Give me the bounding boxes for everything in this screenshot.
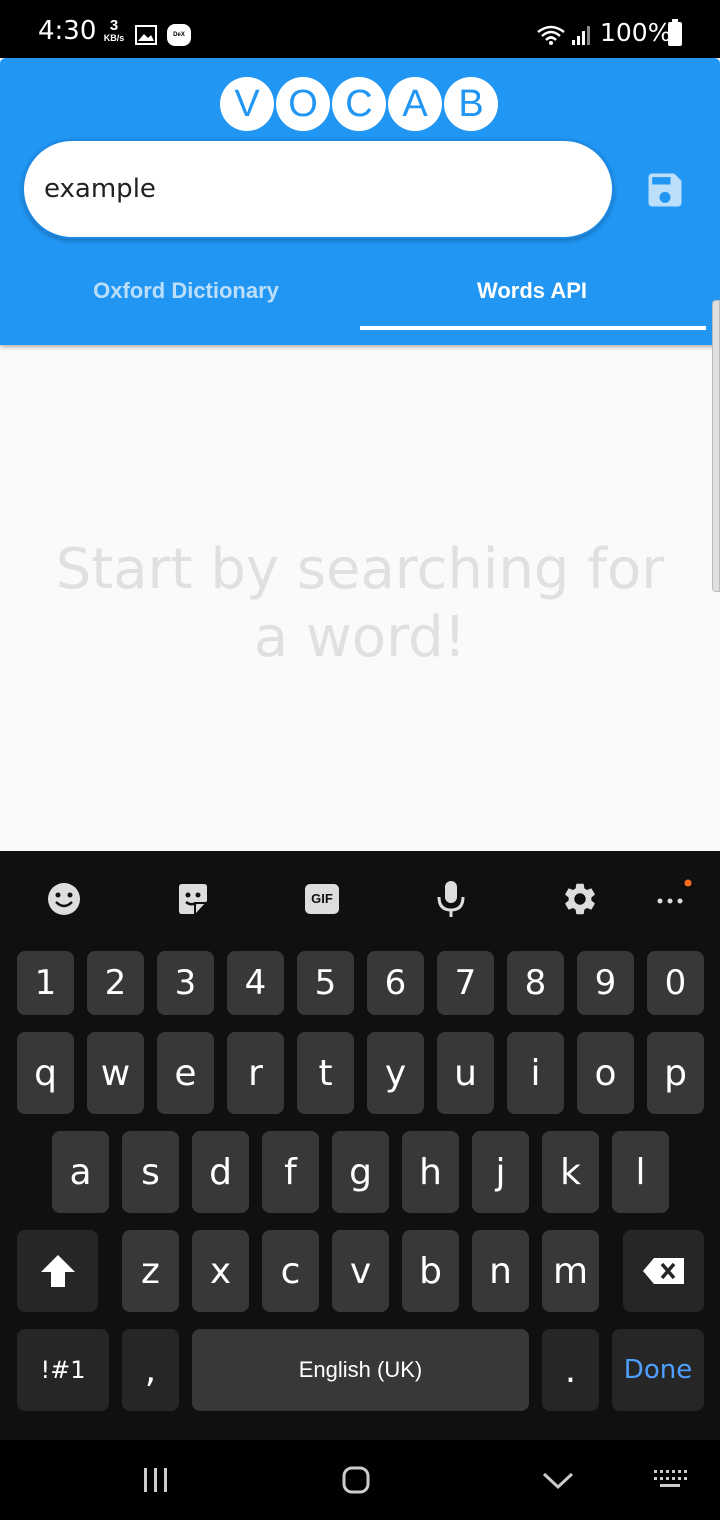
sticker-icon[interactable]	[173, 879, 213, 919]
app-screen: V O C A B Oxford Dictionary Words API St…	[0, 58, 720, 851]
net-speed: 3 KB/s	[100, 17, 128, 44]
recent-apps-icon[interactable]	[136, 1460, 176, 1500]
net-speed-unit: KB/s	[103, 33, 125, 43]
logo-letter: O	[276, 77, 330, 131]
keyboard: GIF 1 2 3 4 5 6 7 8 9 0 q w e r t y u i …	[0, 851, 720, 1440]
battery-percent: 100%	[600, 18, 672, 47]
key-f[interactable]: f	[262, 1131, 319, 1213]
dex-icon: DeX	[167, 24, 191, 46]
key-b[interactable]: b	[402, 1230, 459, 1312]
logo-letter: B	[444, 77, 498, 131]
key-2[interactable]: 2	[87, 951, 144, 1015]
key-3[interactable]: 3	[157, 951, 214, 1015]
key-9[interactable]: 9	[577, 951, 634, 1015]
logo-letter: V	[220, 77, 274, 131]
key-e[interactable]: e	[157, 1032, 214, 1114]
wifi-icon	[537, 25, 565, 45]
logo-letter: C	[332, 77, 386, 131]
symbols-key[interactable]: !#1	[17, 1329, 109, 1411]
key-o[interactable]: o	[577, 1032, 634, 1114]
signal-icon	[572, 26, 590, 45]
shift-icon	[40, 1255, 75, 1287]
status-time: 4:30	[38, 16, 97, 46]
key-h[interactable]: h	[402, 1131, 459, 1213]
key-8[interactable]: 8	[507, 951, 564, 1015]
tab-words-api[interactable]: Words API	[352, 266, 712, 316]
key-4[interactable]: 4	[227, 951, 284, 1015]
emoji-icon[interactable]	[44, 879, 84, 919]
navigation-bar	[0, 1440, 720, 1520]
tab-indicator	[360, 326, 706, 330]
key-1[interactable]: 1	[17, 951, 74, 1015]
tab-oxford-dictionary[interactable]: Oxford Dictionary	[6, 266, 366, 316]
logo-letter: A	[388, 77, 442, 131]
gif-label: GIF	[305, 884, 339, 914]
keyboard-switch-icon[interactable]	[650, 1460, 690, 1500]
key-r[interactable]: r	[227, 1032, 284, 1114]
shift-key[interactable]	[17, 1230, 98, 1312]
key-j[interactable]: j	[472, 1131, 529, 1213]
period-key[interactable]: .	[542, 1329, 599, 1411]
app-bar: V O C A B Oxford Dictionary Words API	[0, 58, 720, 345]
settings-icon[interactable]	[560, 879, 600, 919]
key-v[interactable]: v	[332, 1230, 389, 1312]
key-c[interactable]: c	[262, 1230, 319, 1312]
key-p[interactable]: p	[647, 1032, 704, 1114]
status-bar: 4:30 3 KB/s DeX 100%	[0, 0, 720, 58]
key-z[interactable]: z	[122, 1230, 179, 1312]
vocab-logo: V O C A B	[220, 77, 498, 131]
gif-button[interactable]: GIF	[302, 879, 342, 919]
key-u[interactable]: u	[437, 1032, 494, 1114]
scrollbar[interactable]	[712, 300, 720, 592]
backspace-key[interactable]	[623, 1230, 704, 1312]
backspace-icon	[642, 1258, 684, 1284]
space-key[interactable]: English (UK)	[192, 1329, 529, 1411]
key-g[interactable]: g	[332, 1131, 389, 1213]
key-t[interactable]: t	[297, 1032, 354, 1114]
key-d[interactable]: d	[192, 1131, 249, 1213]
home-icon[interactable]	[336, 1460, 376, 1500]
key-i[interactable]: i	[507, 1032, 564, 1114]
search-input[interactable]	[44, 167, 584, 211]
key-5[interactable]: 5	[297, 951, 354, 1015]
more-icon[interactable]	[652, 879, 692, 919]
key-m[interactable]: m	[542, 1230, 599, 1312]
save-icon[interactable]	[643, 168, 687, 212]
key-w[interactable]: w	[87, 1032, 144, 1114]
key-y[interactable]: y	[367, 1032, 424, 1114]
key-k[interactable]: k	[542, 1131, 599, 1213]
back-icon[interactable]	[538, 1460, 578, 1500]
search-field[interactable]	[22, 139, 614, 239]
comma-key[interactable]: ,	[122, 1329, 179, 1411]
key-0[interactable]: 0	[647, 951, 704, 1015]
key-6[interactable]: 6	[367, 951, 424, 1015]
key-n[interactable]: n	[472, 1230, 529, 1312]
empty-state-message: Start by searching for a word!	[55, 537, 665, 670]
key-x[interactable]: x	[192, 1230, 249, 1312]
key-s[interactable]: s	[122, 1131, 179, 1213]
key-a[interactable]: a	[52, 1131, 109, 1213]
keyboard-toolbar: GIF	[0, 851, 720, 947]
battery-icon	[668, 19, 682, 46]
done-key[interactable]: Done	[612, 1329, 704, 1411]
mic-icon[interactable]	[431, 879, 471, 919]
net-speed-value: 3	[109, 17, 119, 34]
key-q[interactable]: q	[17, 1032, 74, 1114]
gallery-icon	[135, 25, 157, 45]
key-l[interactable]: l	[612, 1131, 669, 1213]
key-7[interactable]: 7	[437, 951, 494, 1015]
